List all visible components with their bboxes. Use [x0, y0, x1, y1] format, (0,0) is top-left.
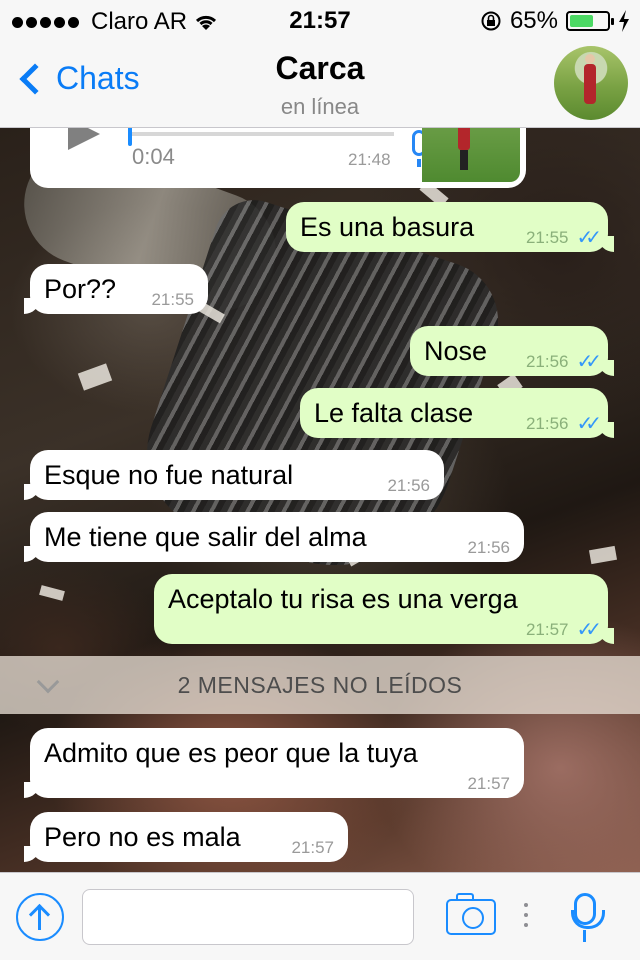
contact-avatar[interactable] [554, 46, 628, 120]
play-icon[interactable] [68, 128, 100, 150]
message-time: 21:56 [525, 414, 569, 433]
message-input[interactable] [82, 889, 414, 945]
sender-thumbnail [422, 128, 520, 182]
battery-percent: 65% [509, 7, 558, 34]
voice-duration: 0:04 [132, 144, 175, 169]
battery-fill [570, 15, 594, 27]
double-check-icon: ✓✓ [576, 351, 601, 373]
message-time: 21:56 [387, 476, 430, 495]
message-bubble-outgoing[interactable]: Le falta clase 21:56 ✓✓ [300, 388, 614, 438]
message-text: Nose [424, 336, 488, 366]
voice-timestamp: 21:48 [348, 150, 391, 169]
unread-banner-text: 2 MENSAJES NO LEÍDOS [177, 671, 463, 698]
message-meta: 21:56 [467, 538, 510, 558]
battery-icon [566, 11, 614, 31]
message-text: Es una basura [300, 212, 475, 242]
double-check-icon: ✓✓ [576, 227, 601, 249]
message-time: 21:57 [291, 838, 334, 857]
message-bubble-incoming[interactable]: Por?? 21:55 [24, 264, 208, 314]
share-up-arrow-icon[interactable] [16, 893, 64, 941]
message-bubble-outgoing[interactable]: Nose 21:56 ✓✓ [410, 326, 614, 376]
message-time: 21:57 [525, 620, 569, 639]
message-meta: 21:55 [151, 290, 194, 310]
message-text: Por?? [44, 274, 117, 304]
message-bubble-incoming[interactable]: Pero no es mala 21:57 [24, 812, 348, 862]
message-text: Aceptalo tu risa es una verga [168, 584, 518, 614]
status-right: 65% [480, 7, 630, 35]
voice-progress-track[interactable] [128, 128, 394, 146]
contact-status: en línea [280, 94, 360, 119]
double-check-icon: ✓✓ [576, 619, 601, 641]
message-list[interactable]: 0:04 21:48 Es una basura 21:55 ✓✓ Por?? 2… [0, 128, 640, 872]
voice-message[interactable]: 0:04 21:48 [30, 128, 526, 188]
message-text: Esque no fue natural [44, 460, 294, 490]
composer-bar [0, 872, 640, 960]
message-bubble-outgoing[interactable]: Es una basura 21:55 ✓✓ [286, 202, 614, 252]
message-meta: 21:55 ✓✓ [525, 227, 602, 249]
message-meta: 21:56 [387, 476, 430, 496]
message-meta: 21:57 ✓✓ [525, 619, 602, 641]
message-bubble-incoming[interactable]: Me tiene que salir del alma 21:56 [24, 512, 524, 562]
message-meta: 21:57 [291, 838, 334, 858]
message-text: Me tiene que salir del alma [44, 522, 367, 552]
charging-bolt-icon [619, 10, 629, 32]
message-time: 21:56 [525, 352, 569, 371]
contact-name[interactable]: Carca [0, 50, 640, 87]
message-time: 21:57 [467, 774, 510, 793]
message-meta: 21:57 [467, 774, 510, 794]
message-text: Admito que es peor que la tuya [44, 738, 418, 768]
more-options-icon[interactable] [524, 903, 528, 927]
chevron-down-icon[interactable] [36, 670, 60, 694]
message-bubble-incoming[interactable]: Admito que es peor que la tuya 21:57 [24, 728, 524, 798]
rotation-lock-icon [481, 11, 501, 31]
status-bar: Claro AR 21:57 65% [0, 0, 640, 40]
microphone-icon[interactable] [571, 893, 605, 942]
camera-icon[interactable] [446, 893, 496, 935]
message-time: 21:56 [467, 538, 510, 557]
message-meta: 21:56 ✓✓ [525, 351, 602, 373]
message-time: 21:55 [151, 290, 194, 309]
message-meta: 21:56 ✓✓ [525, 413, 602, 435]
message-text: Le falta clase [314, 398, 474, 428]
message-bubble-outgoing[interactable]: Aceptalo tu risa es una verga 21:57 ✓✓ [154, 574, 614, 644]
unread-messages-banner: 2 MENSAJES NO LEÍDOS [0, 656, 640, 714]
message-bubble-incoming[interactable]: Esque no fue natural 21:56 [24, 450, 444, 500]
message-time: 21:55 [525, 228, 569, 247]
avatar-figure [584, 54, 596, 104]
double-check-icon: ✓✓ [576, 413, 601, 435]
chat-header: Chats Carca en línea [0, 40, 640, 128]
message-text: Pero no es mala [44, 822, 241, 852]
